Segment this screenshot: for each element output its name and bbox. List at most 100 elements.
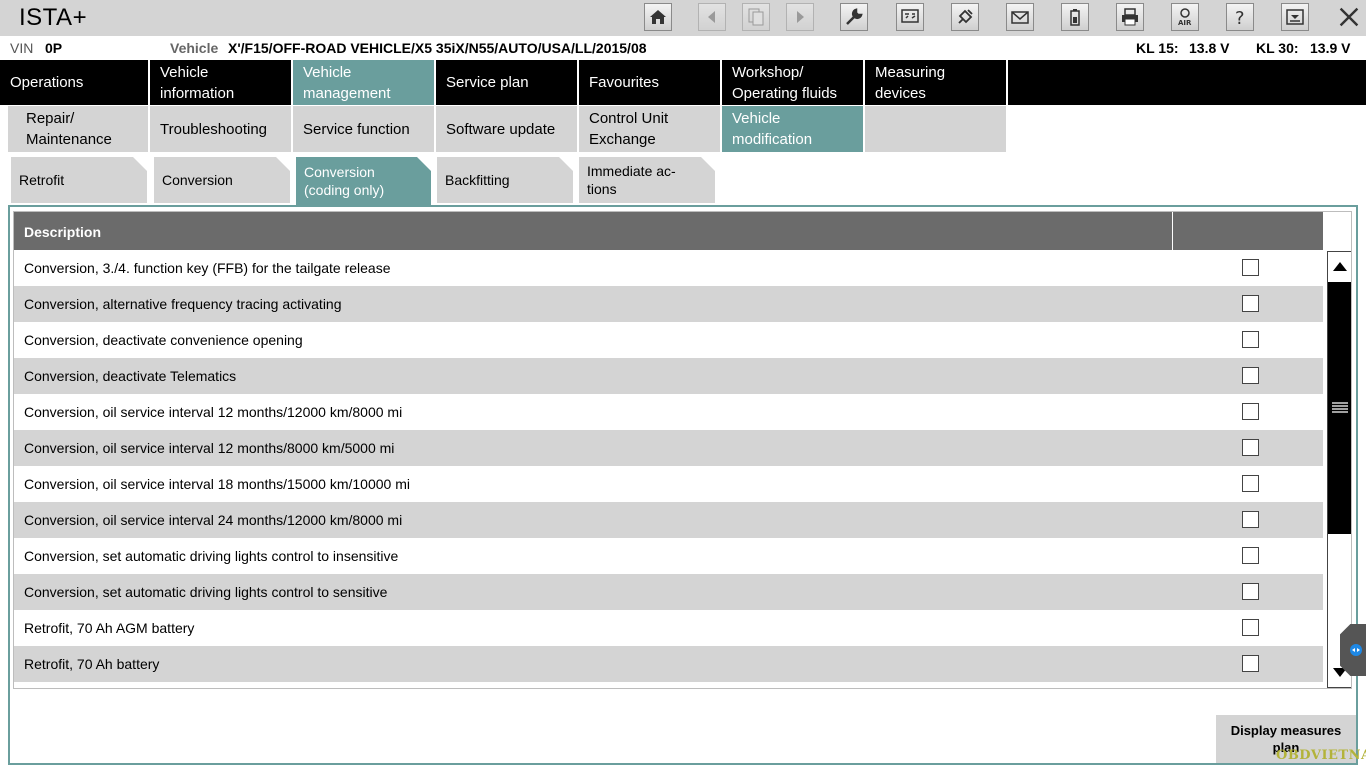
vehicle-label: Vehicle [170,40,219,56]
remote-support-tab[interactable] [1340,624,1366,676]
row-description: Conversion, 3./4. function key (FFB) for… [24,260,391,276]
tab-service-function[interactable]: Service function [293,106,434,152]
connection-button[interactable] [951,3,979,31]
air-button[interactable]: AIR [1171,3,1199,31]
question-mark-icon: ? [1235,8,1245,27]
title-bar: ISTA+ AIR ? [0,0,1366,36]
close-icon [1339,7,1359,27]
row-description: Retrofit, 70 Ah AGM battery [24,620,195,636]
row-checkbox[interactable] [1242,511,1259,528]
workshop-button[interactable] [840,3,868,31]
tab-conversion-coding-only[interactable]: Conversion (coding only) [296,157,431,205]
tab-retrofit[interactable]: Retrofit [11,157,147,203]
sub-nav: Repair/ Maintenance Troubleshooting Serv… [0,106,1366,152]
kl15-value: 13.8 V [1189,40,1230,56]
grip-lines-icon [1332,402,1348,413]
translate-icon [901,9,919,23]
tab-repair-maintenance[interactable]: Repair/ Maintenance [8,106,148,152]
column-header-description[interactable]: Description [14,212,1173,250]
table-row[interactable]: Conversion, oil service interval 12 mont… [14,394,1323,430]
triangle-up-icon [1333,262,1347,271]
table-row[interactable]: Conversion, oil service interval 18 mont… [14,466,1323,502]
vin-value: 0P [45,40,63,56]
table-row[interactable]: Conversion, deactivate convenience openi… [14,322,1323,358]
table-row[interactable]: Conversion, oil service interval 24 mont… [14,502,1323,538]
documents-icon [748,8,764,26]
close-button[interactable] [1335,3,1363,31]
scroll-thumb[interactable] [1328,282,1351,534]
vehicle-value: X'/F15/OFF-ROAD VEHICLE/X5 35iX/N55/AUTO… [228,40,647,56]
copy-button[interactable] [742,3,770,31]
tab-vehicle-management[interactable]: Vehicle management [293,60,434,105]
back-button[interactable] [698,3,726,31]
vehicle-info-bar: VIN 0P Vehicle X'/F15/OFF-ROAD VEHICLE/X… [0,36,1366,60]
row-description: Conversion, oil service interval 18 mont… [24,476,410,492]
table-row[interactable]: Conversion, deactivate Telematics [14,358,1323,394]
row-checkbox[interactable] [1242,619,1259,636]
row-checkbox[interactable] [1242,295,1259,312]
app-title: ISTA+ [19,4,88,31]
content-panel: Description Conversion, 3./4. function k… [8,205,1358,765]
tab-workshop-operating-fluids[interactable]: Workshop/ Operating fluids [722,60,863,105]
kl15-label: KL 15: [1136,40,1179,56]
row-checkbox[interactable] [1242,655,1259,672]
tab-immediate-actions[interactable]: Immediate ac- tions [579,157,715,203]
table-row[interactable]: Conversion, set automatic driving lights… [14,574,1323,610]
row-description: Conversion, oil service interval 12 mont… [24,440,395,456]
home-button[interactable] [644,3,672,31]
tab-vehicle-information[interactable]: Vehicle information [150,60,291,105]
row-checkbox[interactable] [1242,547,1259,564]
tab-service-plan[interactable]: Service plan [436,60,577,105]
tab-operations[interactable]: Operations [0,60,148,105]
row-description: Conversion, oil service interval 24 mont… [24,512,403,528]
row-description: Conversion, deactivate Telematics [24,368,237,384]
tab-favourites[interactable]: Favourites [579,60,720,105]
svg-text:AIR: AIR [1178,19,1192,27]
row-checkbox[interactable] [1242,367,1259,384]
tab-conversion[interactable]: Conversion [154,157,290,203]
main-nav-filler [1008,60,1366,105]
battery-button[interactable] [1061,3,1089,31]
table-row[interactable]: Retrofit, 70 Ah battery [14,646,1323,682]
table-header: Description [14,212,1323,250]
print-button[interactable] [1116,3,1144,31]
tab-troubleshooting[interactable]: Troubleshooting [150,106,291,152]
table-row[interactable]: Conversion, oil service interval 12 mont… [14,430,1323,466]
mail-button[interactable] [1006,3,1034,31]
row-checkbox[interactable] [1242,583,1259,600]
kl30-label: KL 30: [1256,40,1299,56]
tab-software-update[interactable]: Software update [436,106,577,152]
minimize-button[interactable] [1281,3,1309,31]
envelope-icon [1011,11,1029,24]
row-checkbox[interactable] [1242,403,1259,420]
row-description: Conversion, set automatic driving lights… [24,584,388,600]
row-description: Conversion, alternative frequency tracin… [24,296,342,312]
wrench-icon [846,8,863,25]
scroll-up-button[interactable] [1328,252,1351,280]
tab-backfitting[interactable]: Backfitting [437,157,573,203]
table-body: Conversion, 3./4. function key (FFB) for… [14,250,1323,682]
row-checkbox[interactable] [1242,259,1259,276]
arrow-right-icon [797,11,804,23]
tab-control-unit-exchange[interactable]: Control Unit Exchange [579,106,720,152]
language-button[interactable] [896,3,924,31]
table-row[interactable]: Conversion, alternative frequency tracin… [14,286,1323,322]
table-row[interactable]: Conversion, set automatic driving lights… [14,538,1323,574]
table-row[interactable]: Conversion, 3./4. function key (FFB) for… [14,250,1323,286]
help-button[interactable]: ? [1226,3,1254,31]
table-row[interactable]: Retrofit, 70 Ah AGM battery [14,610,1323,646]
tab-measuring-devices[interactable]: Measuring devices [865,60,1006,105]
arrow-left-icon [708,11,715,23]
measures-table: Description Conversion, 3./4. function k… [13,211,1352,689]
row-checkbox[interactable] [1242,475,1259,492]
row-checkbox[interactable] [1242,439,1259,456]
main-nav: Operations Vehicle information Vehicle m… [0,60,1366,105]
tab-vehicle-modification[interactable]: Vehicle modification [722,106,863,152]
table-scrollbar[interactable] [1327,251,1351,688]
watermark: OBDVIETNAM [1276,748,1366,763]
row-checkbox[interactable] [1242,331,1259,348]
sub-nav-filler [865,106,1006,152]
forward-button[interactable] [786,3,814,31]
row-description: Retrofit, 70 Ah battery [24,656,160,672]
home-icon [650,10,666,24]
